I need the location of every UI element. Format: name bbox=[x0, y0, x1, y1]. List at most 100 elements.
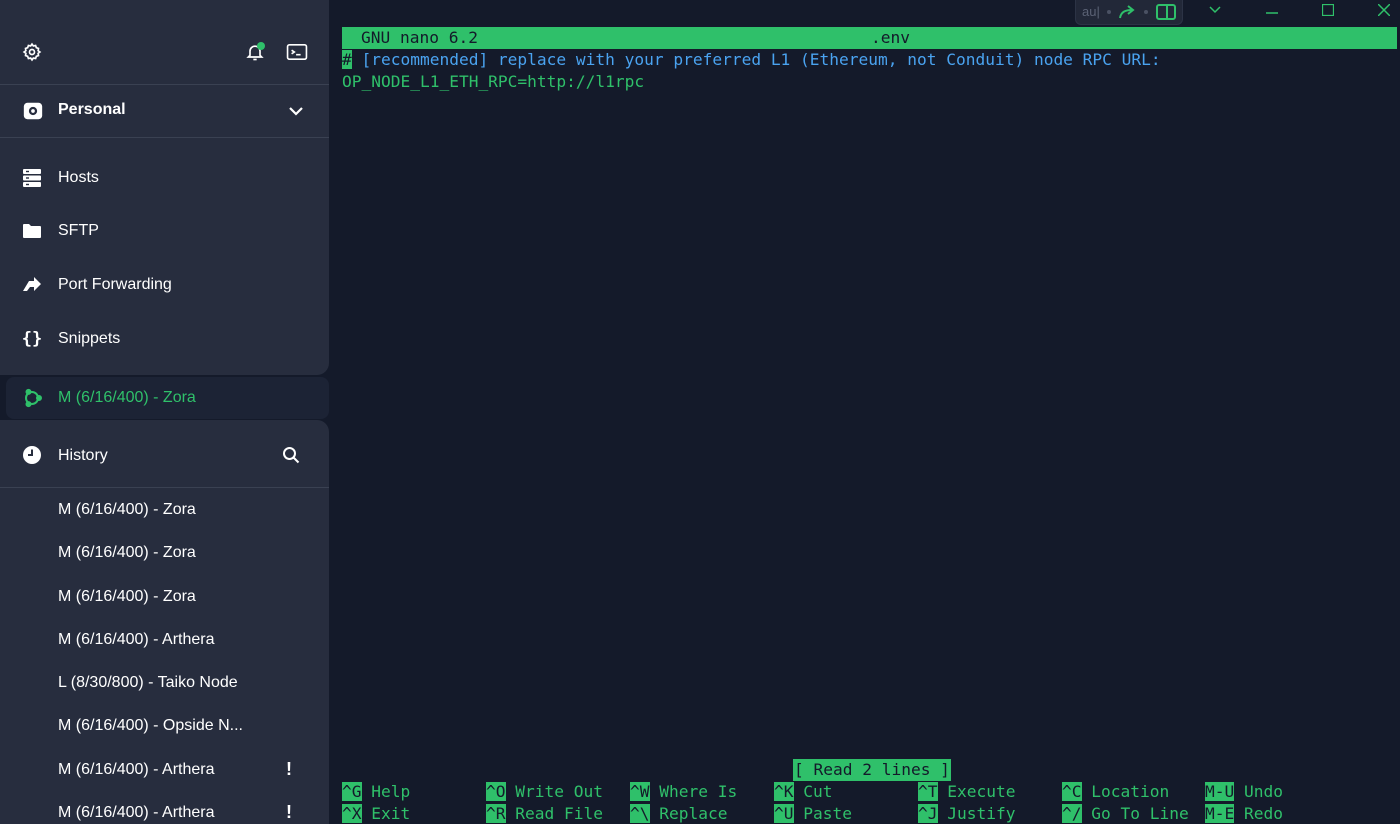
divider bbox=[0, 487, 329, 488]
shortcut-redo[interactable]: M-E Redo bbox=[1205, 803, 1283, 824]
history-item[interactable]: M (6/16/400) - Arthera! bbox=[0, 749, 329, 792]
shortcut-label: Execute bbox=[947, 782, 1016, 801]
shortcut-label: Justify bbox=[947, 804, 1016, 823]
editor-line-2: OP_NODE_L1_ETH_RPC=http://l1rpc bbox=[342, 72, 645, 91]
shortcut-key: ^O bbox=[486, 782, 506, 801]
chevron-down-icon[interactable] bbox=[1200, 0, 1230, 20]
terminal-view[interactable]: GNU nano 6.2 .env # [recommended] replac… bbox=[342, 27, 1400, 824]
notifications-bell-icon[interactable] bbox=[243, 40, 267, 64]
sidebar-item-label: Snippets bbox=[58, 330, 121, 347]
maximize-icon[interactable] bbox=[1313, 0, 1343, 20]
shortcut-paste[interactable]: ^U Paste bbox=[774, 803, 852, 824]
vault-label: Personal bbox=[58, 101, 126, 118]
braces-icon: {} bbox=[21, 329, 43, 349]
nano-filename: .env bbox=[871, 28, 910, 47]
history-list: M (6/16/400) - Zora M (6/16/400) - Zora … bbox=[0, 489, 329, 824]
shortcut-key: ^C bbox=[1062, 782, 1082, 801]
divider bbox=[0, 137, 329, 138]
shortcut-label: Replace bbox=[659, 804, 728, 823]
active-session-label: M (6/16/400) - Zora bbox=[58, 389, 196, 406]
search-icon[interactable] bbox=[281, 445, 301, 465]
shortcut-execute[interactable]: ^T Execute bbox=[918, 781, 1015, 803]
shortcut-key: ^K bbox=[774, 782, 794, 801]
share-arrow-icon[interactable] bbox=[1116, 2, 1138, 22]
chevron-down-icon[interactable] bbox=[286, 101, 306, 121]
nano-version: GNU nano 6.2 bbox=[361, 28, 478, 47]
shortcut-go-to-line[interactable]: ^/ Go To Line bbox=[1062, 803, 1189, 824]
history-header: History bbox=[0, 434, 329, 478]
editor-line-1: # [recommended] replace with your prefer… bbox=[342, 49, 1161, 71]
shortcut-key: M-U bbox=[1205, 782, 1235, 801]
shortcut-help[interactable]: ^G Help bbox=[342, 781, 410, 803]
shortcut-replace[interactable]: ^\ Replace bbox=[630, 803, 727, 824]
shortcut-label: Where Is bbox=[659, 782, 738, 801]
shortcut-key: M-E bbox=[1205, 804, 1235, 823]
shortcut-key: ^G bbox=[342, 782, 362, 801]
shortcut-label: Go To Line bbox=[1091, 804, 1189, 823]
shortcut-key: ^W bbox=[630, 782, 650, 801]
sidebar-item-snippets[interactable]: {} Snippets bbox=[0, 317, 329, 361]
history-item[interactable]: M (6/16/400) - Zora bbox=[0, 576, 329, 619]
shortcut-justify[interactable]: ^J Justify bbox=[918, 803, 1015, 824]
toolbar-input-hint[interactable]: au| bbox=[1082, 4, 1100, 19]
history-item[interactable]: M (6/16/400) - Arthera! bbox=[0, 792, 329, 824]
shortcut-label: Exit bbox=[371, 804, 411, 823]
nano-shortcut-bar: ^G Help ^O Write Out ^W Where Is ^K Cut … bbox=[342, 781, 1400, 824]
history-item-label: M (6/16/400) - Arthera bbox=[58, 630, 215, 648]
settings-gear-icon[interactable] bbox=[20, 40, 44, 64]
divider bbox=[0, 84, 329, 85]
shortcut-key: ^U bbox=[774, 804, 794, 823]
warning-icon: ! bbox=[286, 758, 292, 779]
nano-title-bar: GNU nano 6.2 .env bbox=[342, 27, 1397, 49]
terminal-toolbar: au| bbox=[1075, 0, 1183, 25]
vault-selector[interactable]: Personal bbox=[0, 88, 329, 134]
shortcut-where-is[interactable]: ^W Where Is bbox=[630, 781, 737, 803]
sidebar-item-label: SFTP bbox=[58, 222, 99, 239]
navigation-panel: Personal Hosts SFTP Port Forwarding {} S… bbox=[0, 0, 329, 375]
history-item-label: M (6/16/400) - Zora bbox=[58, 501, 196, 518]
history-item[interactable]: L (8/30/800) - Taiko Node bbox=[0, 662, 329, 705]
sidebar-item-hosts[interactable]: Hosts bbox=[0, 156, 329, 200]
hosts-icon bbox=[22, 168, 42, 188]
sidebar-item-sftp[interactable]: SFTP bbox=[0, 209, 329, 253]
shortcut-label: Cut bbox=[803, 782, 833, 801]
history-title: History bbox=[58, 447, 108, 464]
comment-text: [recommended] replace with your preferre… bbox=[351, 50, 1161, 69]
warning-icon: ! bbox=[286, 802, 292, 823]
history-item-label: M (6/16/400) - Opside N... bbox=[58, 717, 243, 735]
history-item[interactable]: M (6/16/400) - Zora bbox=[0, 532, 329, 575]
history-item-label: M (6/16/400) - Zora bbox=[58, 587, 196, 605]
shortcut-key: ^T bbox=[918, 782, 938, 801]
history-item[interactable]: M (6/16/400) - Zora bbox=[0, 489, 329, 532]
vault-icon bbox=[22, 100, 44, 122]
sidebar-item-label: Port Forwarding bbox=[58, 276, 172, 293]
shortcut-cut[interactable]: ^K Cut bbox=[774, 781, 833, 803]
close-icon[interactable] bbox=[1369, 0, 1399, 20]
shortcut-key: ^\ bbox=[630, 804, 650, 823]
shortcut-label: Read File bbox=[515, 804, 603, 823]
shortcut-label: Paste bbox=[803, 804, 852, 823]
shortcut-key: ^/ bbox=[1062, 804, 1082, 823]
history-item[interactable]: M (6/16/400) - Arthera bbox=[0, 619, 329, 662]
port-forward-icon bbox=[22, 275, 42, 295]
shortcut-read-file[interactable]: ^R Read File bbox=[486, 803, 603, 824]
separator-dot bbox=[1107, 10, 1111, 14]
shortcut-key: ^X bbox=[342, 804, 362, 823]
shortcut-exit[interactable]: ^X Exit bbox=[342, 803, 410, 824]
shortcut-location[interactable]: ^C Location bbox=[1062, 781, 1169, 803]
minimize-icon[interactable] bbox=[1257, 0, 1287, 20]
notification-dot bbox=[257, 42, 265, 50]
shortcut-undo[interactable]: M-U Undo bbox=[1205, 781, 1283, 803]
sidebar-item-port-forwarding[interactable]: Port Forwarding bbox=[0, 263, 329, 307]
active-session-tab[interactable]: M (6/16/400) - Zora bbox=[6, 377, 329, 419]
sidebar-item-label: Hosts bbox=[58, 169, 99, 186]
split-view-icon[interactable] bbox=[1154, 2, 1178, 22]
history-item[interactable]: M (6/16/400) - Opside N... bbox=[0, 705, 329, 748]
separator-dot bbox=[1144, 10, 1148, 14]
shortcut-write-out[interactable]: ^O Write Out bbox=[486, 781, 603, 803]
folder-icon bbox=[22, 221, 42, 241]
shortcut-label: Location bbox=[1091, 782, 1170, 801]
history-item-label: L (8/30/800) - Taiko Node bbox=[58, 674, 238, 692]
history-item-label: M (6/16/400) - Zora bbox=[58, 544, 196, 562]
new-terminal-icon[interactable] bbox=[285, 40, 309, 64]
